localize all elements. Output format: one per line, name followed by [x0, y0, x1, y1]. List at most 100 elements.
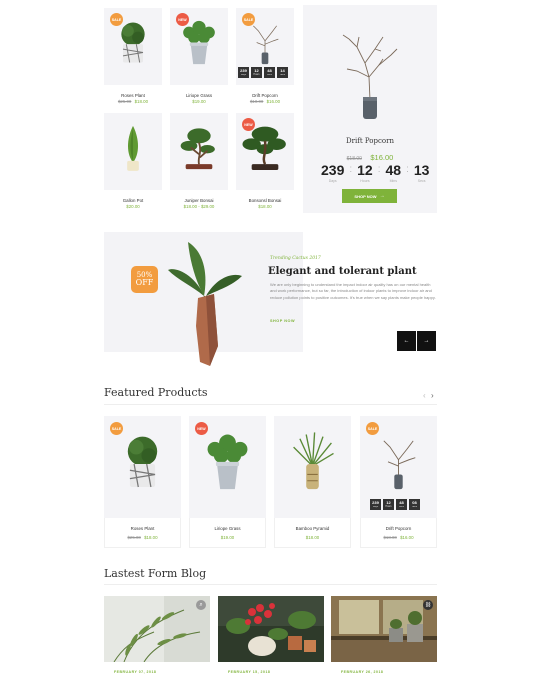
product-name[interactable]: Roses Plant — [105, 526, 180, 531]
product-card[interactable] — [274, 416, 351, 518]
countdown-label: Days — [372, 505, 379, 508]
discount-badge: 50% OFF — [131, 266, 158, 293]
featured-divider — [104, 404, 437, 405]
product-price: $18.00 $16.00 — [361, 535, 436, 540]
new-badge: NEW — [195, 422, 208, 435]
product-card[interactable] — [104, 113, 162, 190]
product-name[interactable]: Drift Popcorn — [236, 93, 294, 98]
blog-image[interactable] — [218, 596, 324, 662]
product-image[interactable] — [367, 426, 430, 504]
product-name[interactable]: Liriope Grass — [170, 93, 228, 98]
banner-script-text: Trending Cactus 2017 — [270, 256, 321, 261]
product-name[interactable]: Liriope Grass — [190, 526, 265, 531]
new-price: $20.00 — [126, 204, 140, 209]
countdown-label: Mins — [267, 73, 272, 76]
product-price: $18.00 — [275, 535, 350, 540]
new-badge: NEW — [176, 13, 189, 26]
new-price: $19.00 — [220, 535, 235, 540]
product-name[interactable]: Bamboo Pyramid — [275, 526, 350, 531]
countdown-value: 239 — [372, 499, 379, 505]
featured-next-arrow[interactable]: › — [431, 391, 434, 400]
product-image[interactable] — [174, 119, 224, 181]
countdown-value: 48 — [385, 162, 402, 178]
banner-shop-now-link[interactable]: SHOP NOW — [270, 319, 295, 323]
countdown-value: 12 — [386, 499, 391, 505]
blog-post[interactable]: ⌕ FEBRUARY 07, 2018 — [104, 596, 210, 680]
countdown-label: Secs — [417, 179, 426, 183]
product-name[interactable]: Gallon Pot — [104, 198, 162, 203]
countdown-label: Secs — [411, 505, 418, 508]
new-price: $18.00 — [144, 535, 158, 540]
banner-next-button[interactable]: → — [417, 331, 436, 351]
new-badge: NEW — [242, 118, 255, 131]
product-card[interactable]: NEW — [236, 113, 294, 190]
deal-countdown: 239 Days : 12 Hours : 48 Mins : 13 Secs — [321, 163, 429, 183]
shop-now-button[interactable]: SHOP NOW → — [342, 189, 397, 203]
product-card[interactable]: SALE — [104, 416, 181, 518]
link-icon[interactable]: ⛓ — [423, 600, 433, 610]
product-card[interactable]: SALE 239 Days 12 Hours 48 Mins 14 Secs — [236, 8, 294, 85]
arrow-right-icon: → — [379, 193, 385, 199]
product-price: $25.00 $18.00 — [105, 535, 180, 540]
product-image[interactable] — [335, 25, 405, 120]
countdown-unit: 48 Mins — [264, 67, 275, 78]
product-name[interactable]: Juniper Bonsai — [170, 198, 228, 203]
blog-date: FEBRUARY 26, 2018 — [341, 670, 384, 674]
product-price: $19.00 — [190, 535, 265, 540]
product-info: Drift Popcorn $18.00 $16.00 — [360, 518, 437, 548]
banner-plant-image — [168, 242, 242, 366]
deal-product-name[interactable]: Drift Popcorn — [303, 137, 437, 145]
blog-post[interactable]: FEBRUARY 15, 2018 — [218, 596, 324, 680]
product-countdown: 239 Days 12 Hours 48 Mins 14 Secs — [238, 67, 288, 78]
blog-image[interactable] — [104, 596, 210, 662]
product-card[interactable]: NEW — [189, 416, 266, 518]
sale-badge: SALE — [242, 13, 255, 26]
blog-image[interactable] — [331, 596, 437, 662]
product-countdown: 239 Days 12 Hours 48 Mins 08 Secs — [370, 499, 420, 510]
countdown-value: 12 — [357, 162, 373, 178]
search-icon[interactable]: ⌕ — [196, 600, 206, 610]
countdown-unit: 13 Secs — [414, 163, 430, 183]
product-card[interactable] — [170, 113, 228, 190]
product-price: $19.00 — [170, 99, 228, 104]
new-price: $18.00 — [134, 99, 149, 104]
product-name[interactable]: Bonsonsl Bonsai — [236, 198, 294, 203]
countdown-label: Secs — [279, 73, 286, 76]
product-name[interactable]: Roses Plant — [104, 93, 162, 98]
product-name[interactable]: Drift Popcorn — [361, 526, 436, 531]
countdown-separator: : — [377, 164, 381, 175]
featured-prev-arrow[interactable]: ‹ — [423, 391, 426, 400]
product-info: Roses Plant $25.00 $18.00 — [104, 518, 181, 548]
countdown-separator: : — [406, 164, 409, 175]
countdown-label: Mins — [389, 179, 397, 183]
old-price: $18.00 — [249, 99, 264, 104]
product-card[interactable]: NEW — [170, 8, 228, 85]
countdown-unit: 48 Mins — [386, 163, 402, 183]
product-image[interactable] — [111, 426, 174, 504]
new-price: $16.00 — [400, 535, 414, 540]
blog-divider — [104, 584, 437, 585]
sale-badge: SALE — [110, 422, 123, 435]
new-price: $18.00 — [258, 204, 272, 209]
banner-prev-button[interactable]: ← — [397, 331, 416, 351]
banner-description: We are only beginning to understand the … — [270, 282, 436, 300]
countdown-unit: 48 Mins — [396, 499, 407, 510]
arrow-left-icon: ← — [403, 338, 410, 344]
banner-title: Elegant and tolerant plant — [268, 266, 417, 277]
countdown-unit: 12 Hours — [357, 163, 373, 183]
new-price: $18.00 - $29.00 — [183, 204, 215, 209]
product-card[interactable]: SALE 239 Days 12 Hours 48 Mins 08 Secs — [360, 416, 437, 518]
countdown-value: 14 — [280, 67, 285, 73]
sale-badge: SALE — [366, 422, 379, 435]
countdown-separator: : — [349, 164, 353, 175]
old-price: $25.00 — [127, 535, 141, 540]
countdown-unit: 12 Hours — [251, 67, 262, 78]
product-image[interactable] — [196, 426, 259, 504]
discount-off: OFF — [135, 278, 154, 287]
blog-post[interactable]: ⛓ FEBRUARY 26, 2018 — [331, 596, 437, 680]
product-image[interactable] — [108, 119, 158, 181]
product-image[interactable] — [281, 426, 344, 504]
countdown-value: 239 — [321, 162, 345, 178]
product-card[interactable]: SALE — [104, 8, 162, 85]
countdown-unit: 14 Secs — [277, 67, 288, 78]
